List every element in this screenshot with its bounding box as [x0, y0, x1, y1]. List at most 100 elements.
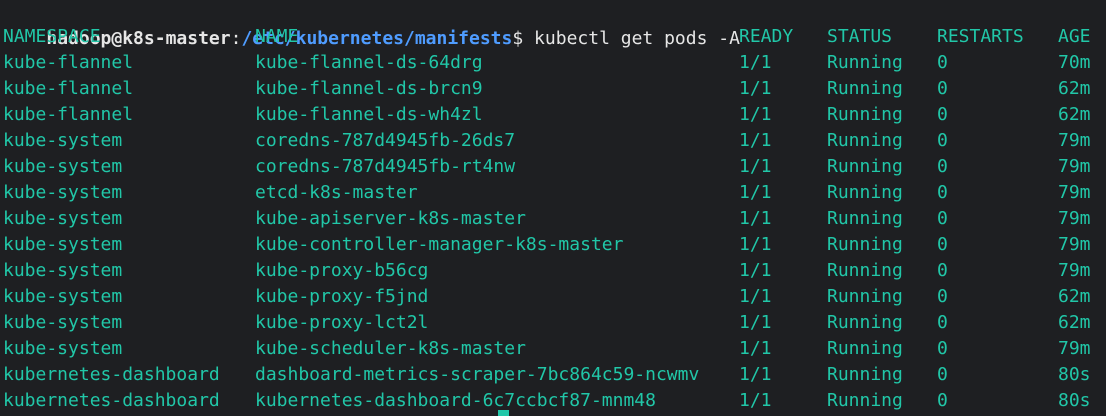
header-age: AGE — [1058, 26, 1091, 47]
row-restarts: 0 — [937, 364, 948, 385]
row-age: 79m — [1058, 260, 1091, 281]
row-pod-name: coredns-787d4945fb-rt4nw — [255, 156, 516, 177]
row-status: Running — [827, 156, 903, 177]
row-pod-name: dashboard-metrics-scraper-7bc864c59-ncwm… — [255, 364, 700, 385]
row-status: Running — [827, 52, 903, 73]
row-ready: 1/1 — [739, 390, 772, 411]
row-status: Running — [827, 234, 903, 255]
row-ready: 1/1 — [739, 260, 772, 281]
row-status: Running — [827, 78, 903, 99]
row-pod-name: kube-flannel-ds-wh4zl — [255, 104, 483, 125]
row-ready: 1/1 — [739, 182, 772, 203]
row-ready: 1/1 — [739, 156, 772, 177]
row-namespace: kubernetes-dashboard — [3, 390, 220, 411]
row-status: Running — [827, 286, 903, 307]
table-header: NAMESPACE NAME READY STATUS RESTARTS AGE — [3, 24, 1103, 50]
row-pod-name: kube-controller-manager-k8s-master — [255, 234, 624, 255]
row-namespace: kube-system — [3, 286, 123, 307]
row-restarts: 0 — [937, 312, 948, 333]
row-age: 79m — [1058, 338, 1091, 359]
row-status: Running — [827, 338, 903, 359]
row-restarts: 0 — [937, 208, 948, 229]
row-restarts: 0 — [937, 234, 948, 255]
row-status: Running — [827, 364, 903, 385]
row-namespace: kube-system — [3, 208, 123, 229]
row-ready: 1/1 — [739, 78, 772, 99]
table-row: kube-flannel kube-flannel-ds-brcn9 1/1 R… — [3, 76, 1103, 102]
table-row: kubernetes-dashboard kubernetes-dashboar… — [3, 388, 1103, 414]
header-namespace: NAMESPACE — [3, 26, 101, 47]
table-row: kube-flannel kube-flannel-ds-wh4zl 1/1 R… — [3, 102, 1103, 128]
row-restarts: 0 — [937, 286, 948, 307]
row-pod-name: kube-flannel-ds-64drg — [255, 52, 483, 73]
row-ready: 1/1 — [739, 338, 772, 359]
row-age: 79m — [1058, 182, 1091, 203]
row-age: 62m — [1058, 104, 1091, 125]
table-row: kube-system kube-proxy-b56cg 1/1 Running… — [3, 258, 1103, 284]
row-pod-name: kube-proxy-lct2l — [255, 312, 429, 333]
row-pod-name: kubernetes-dashboard-6c7ccbcf87-mnm48 — [255, 390, 656, 411]
header-name: NAME — [255, 26, 299, 47]
row-pod-name: coredns-787d4945fb-26ds7 — [255, 130, 516, 151]
row-status: Running — [827, 208, 903, 229]
row-restarts: 0 — [937, 260, 948, 281]
row-age: 62m — [1058, 286, 1091, 307]
row-status: Running — [827, 130, 903, 151]
row-status: Running — [827, 390, 903, 411]
table-row: kubernetes-dashboard dashboard-metrics-s… — [3, 362, 1103, 388]
row-ready: 1/1 — [739, 130, 772, 151]
row-ready: 1/1 — [739, 286, 772, 307]
row-restarts: 0 — [937, 52, 948, 73]
row-namespace: kube-system — [3, 338, 123, 359]
table-row: kube-system kube-scheduler-k8s-master 1/… — [3, 336, 1103, 362]
table-row: kube-system etcd-k8s-master 1/1 Running … — [3, 180, 1103, 206]
row-age: 79m — [1058, 156, 1091, 177]
table-row: kube-system kube-proxy-lct2l 1/1 Running… — [3, 310, 1103, 336]
row-pod-name: kube-apiserver-k8s-master — [255, 208, 526, 229]
row-pod-name: kube-proxy-f5jnd — [255, 286, 429, 307]
row-pod-name: kube-flannel-ds-brcn9 — [255, 78, 483, 99]
row-namespace: kube-system — [3, 156, 123, 177]
row-ready: 1/1 — [739, 312, 772, 333]
row-pod-name: kube-scheduler-k8s-master — [255, 338, 526, 359]
row-status: Running — [827, 312, 903, 333]
table-row: kube-system kube-apiserver-k8s-master 1/… — [3, 206, 1103, 232]
table-row: kube-system kube-controller-manager-k8s-… — [3, 232, 1103, 258]
command-prompt-line: hadoop@k8s-master:/etc/kubernetes/manife… — [3, 0, 740, 49]
row-pod-name: etcd-k8s-master — [255, 182, 418, 203]
row-status: Running — [827, 104, 903, 125]
row-age: 79m — [1058, 208, 1091, 229]
row-namespace: kube-system — [3, 182, 123, 203]
row-age: 80s — [1058, 390, 1091, 411]
table-row: kube-system kube-proxy-f5jnd 1/1 Running… — [3, 284, 1103, 310]
table-row: kube-system coredns-787d4945fb-rt4nw 1/1… — [3, 154, 1103, 180]
row-namespace: kube-system — [3, 130, 123, 151]
row-restarts: 0 — [937, 182, 948, 203]
terminal-cursor — [498, 410, 509, 416]
row-namespace: kube-system — [3, 312, 123, 333]
row-age: 80s — [1058, 364, 1091, 385]
row-restarts: 0 — [937, 390, 948, 411]
row-age: 79m — [1058, 234, 1091, 255]
row-pod-name: kube-proxy-b56cg — [255, 260, 429, 281]
row-ready: 1/1 — [739, 364, 772, 385]
header-status: STATUS — [827, 26, 893, 47]
row-namespace: kube-flannel — [3, 104, 134, 125]
row-restarts: 0 — [937, 156, 948, 177]
row-ready: 1/1 — [739, 234, 772, 255]
header-restarts: RESTARTS — [937, 26, 1024, 47]
row-age: 62m — [1058, 78, 1091, 99]
row-namespace: kube-flannel — [3, 78, 134, 99]
row-namespace: kube-system — [3, 234, 123, 255]
row-namespace: kubernetes-dashboard — [3, 364, 220, 385]
terminal-window[interactable]: hadoop@k8s-master:/etc/kubernetes/manife… — [0, 0, 1106, 416]
row-status: Running — [827, 182, 903, 203]
row-ready: 1/1 — [739, 104, 772, 125]
table-row: kube-flannel kube-flannel-ds-64drg 1/1 R… — [3, 50, 1103, 76]
row-namespace: kube-flannel — [3, 52, 134, 73]
row-status: Running — [827, 260, 903, 281]
row-restarts: 0 — [937, 130, 948, 151]
table-row: kube-system coredns-787d4945fb-26ds7 1/1… — [3, 128, 1103, 154]
row-restarts: 0 — [937, 104, 948, 125]
row-restarts: 0 — [937, 78, 948, 99]
